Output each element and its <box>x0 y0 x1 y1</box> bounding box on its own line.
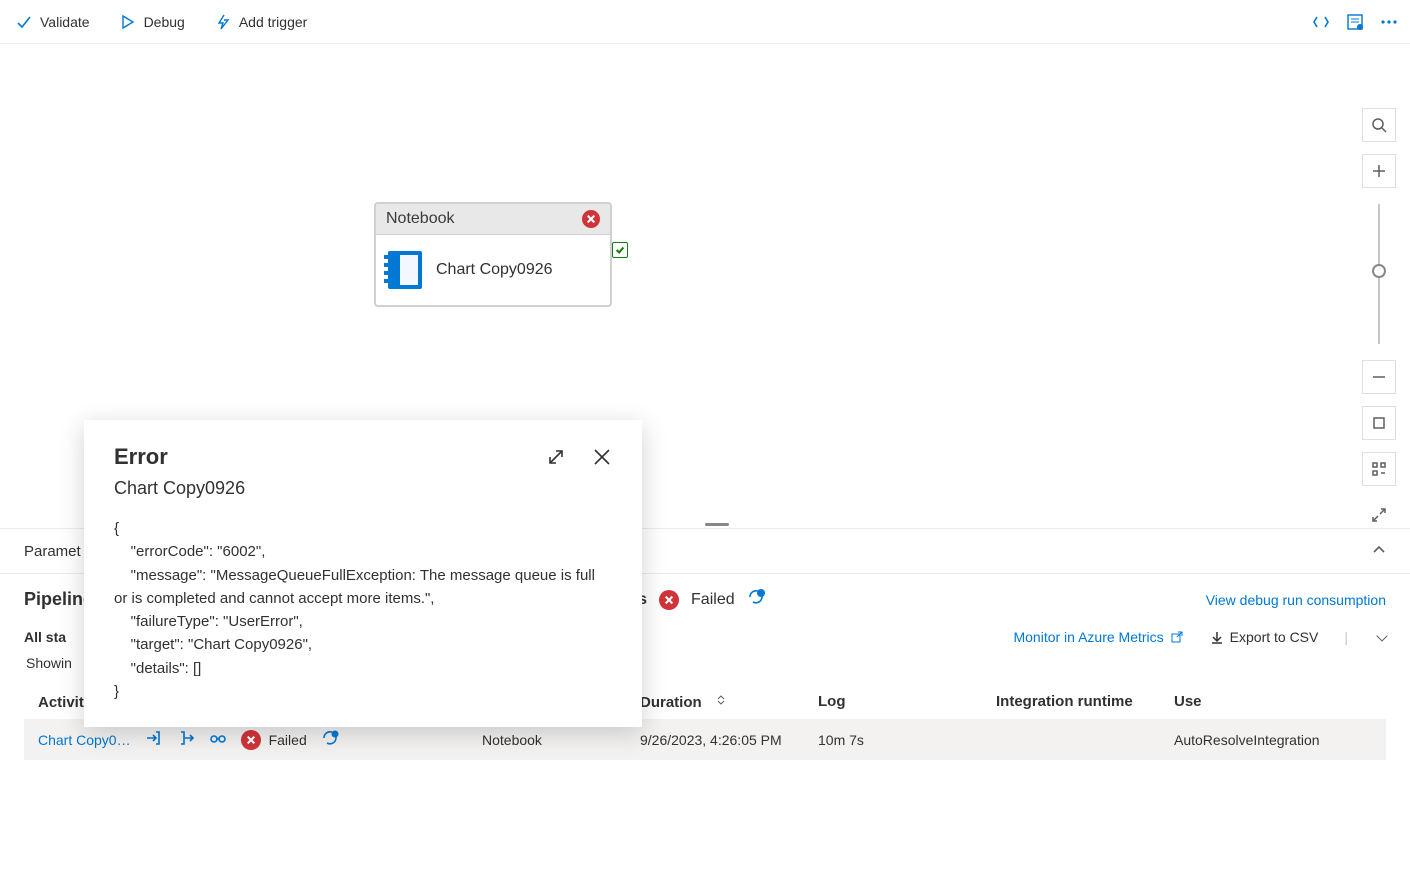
monitor-metrics-link[interactable]: Monitor in Azure Metrics <box>1013 629 1183 645</box>
filter-all-status[interactable]: All sta <box>24 629 66 645</box>
toolbar-right <box>1312 13 1398 31</box>
debug-label: Debug <box>144 14 185 30</box>
error-popup-title: Error <box>114 444 168 470</box>
activity-node[interactable]: Notebook Chart Copy0926 <box>374 202 612 307</box>
code-view-icon[interactable] <box>1312 13 1330 31</box>
cell-type: Notebook <box>462 732 640 748</box>
close-icon[interactable] <box>592 447 612 467</box>
error-popup: Error Chart Copy0926 { "errorCode": "600… <box>84 420 642 727</box>
cell-run-start: 9/26/2023, 4:26:05 PM <box>640 732 818 748</box>
activity-link[interactable]: Chart Copy0… <box>38 732 131 748</box>
tab-list: Paramet <box>24 543 81 560</box>
lightning-icon <box>215 14 231 30</box>
toolbar-left: Validate Debug Add trigger <box>12 10 311 34</box>
activity-type-label: Notebook <box>386 210 455 228</box>
play-icon <box>120 14 136 30</box>
export-csv-button[interactable]: Export to CSV <box>1210 629 1319 645</box>
zoom-out-button[interactable] <box>1362 360 1396 394</box>
toolbar: Validate Debug Add trigger <box>0 0 1410 44</box>
zoom-in-button[interactable] <box>1362 154 1396 188</box>
auto-align-button[interactable] <box>1362 452 1396 486</box>
canvas-side-tools <box>1362 108 1396 532</box>
cell-integration-runtime: AutoResolveIntegration <box>1174 732 1352 748</box>
view-debug-consumption-link[interactable]: View debug run consumption <box>1206 592 1386 608</box>
expand-icon[interactable] <box>546 447 566 467</box>
pipeline-status-value: Failed <box>691 591 735 609</box>
error-popup-body: { "errorCode": "6002", "message": "Messa… <box>114 517 612 703</box>
glasses-icon[interactable] <box>209 729 227 750</box>
zoom-fit-button[interactable] <box>1362 406 1396 440</box>
notebook-icon <box>388 251 422 289</box>
col-log[interactable]: Log <box>818 693 996 711</box>
error-icon <box>582 210 600 228</box>
col-duration[interactable]: Duration <box>640 693 818 711</box>
output-icon[interactable] <box>177 729 195 750</box>
add-trigger-label: Add trigger <box>239 14 307 30</box>
row-status: Failed <box>241 730 307 750</box>
error-icon <box>659 590 679 610</box>
tab-parameters[interactable]: Paramet <box>24 543 81 560</box>
collapse-canvas-button[interactable] <box>1362 498 1396 532</box>
error-popup-subtitle: Chart Copy0926 <box>114 478 612 499</box>
col-user[interactable]: Use <box>1174 693 1372 711</box>
run-right-actions: Monitor in Azure Metrics Export to CSV | <box>1013 629 1386 645</box>
input-icon[interactable] <box>145 729 163 750</box>
validate-label: Validate <box>40 14 90 30</box>
cell-duration: 10m 7s <box>818 732 996 748</box>
error-icon <box>241 730 261 750</box>
collapse-panel-button[interactable] <box>1372 543 1386 560</box>
canvas-search-button[interactable] <box>1362 108 1396 142</box>
success-port-icon[interactable] <box>612 242 628 258</box>
open-external-icon <box>1170 630 1184 644</box>
more-options-button[interactable] <box>1374 629 1386 645</box>
zoom-thumb[interactable] <box>1372 264 1386 278</box>
activity-node-header: Notebook <box>376 204 610 235</box>
pipeline-run-title: Pipeline <box>24 589 93 610</box>
rerun-icon[interactable] <box>747 588 765 611</box>
activity-node-body: Chart Copy0926 <box>376 235 610 305</box>
activity-name: Chart Copy0926 <box>436 261 553 279</box>
validate-button[interactable]: Validate <box>12 10 94 34</box>
check-icon <box>16 14 32 30</box>
col-integration-runtime[interactable]: Integration runtime <box>996 693 1174 711</box>
download-icon <box>1210 630 1224 644</box>
more-icon[interactable] <box>1380 13 1398 31</box>
sort-icon <box>714 693 728 711</box>
zoom-slider[interactable] <box>1378 204 1380 344</box>
status-filters: All sta <box>24 629 66 645</box>
rerun-row-icon[interactable] <box>321 729 339 750</box>
properties-icon[interactable] <box>1346 13 1364 31</box>
debug-button[interactable]: Debug <box>116 10 189 34</box>
add-trigger-button[interactable]: Add trigger <box>211 10 311 34</box>
panel-resize-handle[interactable] <box>705 523 729 526</box>
